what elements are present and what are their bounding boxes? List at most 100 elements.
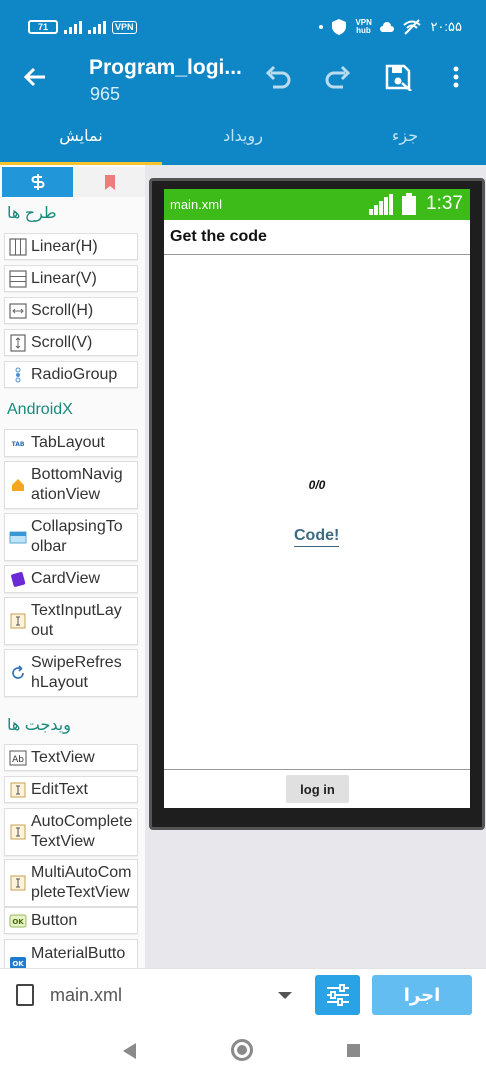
app-root: 71 VPN VPN hub ۲۰:۵۵ Program_logi... 965: [0, 0, 486, 1080]
more-options-button[interactable]: [439, 60, 473, 94]
palette-item-label: EditText: [31, 780, 88, 798]
more-vert-icon: [453, 66, 459, 88]
palette-item-label: MultiAutoCom pleteTextView: [31, 864, 132, 901]
linear-h-icon: [9, 237, 27, 256]
palette-item-label: MaterialButto: [31, 945, 126, 962]
vpn-badge: VPN: [112, 20, 137, 34]
palette-item-scroll-h[interactable]: Scroll(H): [4, 297, 138, 324]
text-input-icon: [9, 612, 27, 630]
save-icon: [385, 64, 412, 91]
undo-button[interactable]: [261, 60, 295, 94]
tab-component[interactable]: جزء: [324, 126, 486, 146]
palette-item-swiperefreshlayout[interactable]: SwipeRefres hLayout: [4, 649, 138, 697]
run-button[interactable]: اجرا: [372, 975, 472, 1015]
palette-item-label: Button: [31, 911, 78, 929]
system-status-bar: 71 VPN VPN hub ۲۰:۵۵: [0, 0, 486, 46]
collapsing-toolbar-icon: [9, 528, 27, 546]
textview-icon: Ab: [9, 749, 27, 767]
battery-icon: 71: [28, 20, 58, 34]
palette-item-edittext[interactable]: EditText: [4, 776, 138, 803]
cardview-icon: [9, 570, 27, 588]
autocomplete-icon: [9, 823, 27, 841]
chevron-down-icon[interactable]: [278, 992, 292, 999]
counter-text: 0/0: [308, 478, 326, 492]
project-title: Program_logi...: [89, 56, 242, 79]
title-divider: [164, 254, 470, 255]
status-right: VPN hub ۲۰:۵۵: [319, 19, 462, 35]
palette-item-label: BottomNavig ationView: [31, 466, 123, 503]
section-widgets: ویدجت ها: [7, 717, 71, 734]
dollar-icon: [31, 174, 44, 190]
screen-title: Get the code: [170, 228, 267, 245]
redo-button[interactable]: [321, 60, 355, 94]
design-canvas: main.xml 1:37 Get the code 0/0 Code! log…: [145, 165, 486, 968]
palette-item-label: TextView: [31, 748, 95, 766]
palette-tab-widgets[interactable]: [2, 167, 73, 197]
palette-item-label: Scroll(V): [31, 333, 93, 351]
redo-icon: [325, 65, 351, 89]
palette-tab-bookmarks[interactable]: [74, 167, 145, 197]
home-icon: [9, 476, 27, 494]
device-battery-icon: [402, 193, 416, 215]
notification-dot-icon: [319, 25, 324, 29]
device-screen: main.xml 1:37 Get the code 0/0 Code! log…: [164, 189, 470, 808]
palette-item-textview[interactable]: Ab TextView: [4, 744, 138, 771]
wifi-off-icon: [403, 19, 422, 35]
back-button[interactable]: [20, 62, 50, 92]
palette-item-linear-v[interactable]: Linear(V): [4, 265, 138, 292]
edittext-icon: [9, 781, 27, 799]
palette-item-materialbutton[interactable]: OK MaterialButto: [4, 939, 138, 968]
palette-item-label: CardView: [31, 570, 101, 587]
svg-text:TAB: TAB: [12, 441, 25, 448]
palette-item-tablayout[interactable]: TAB TabLayout: [4, 429, 138, 457]
device-clock: 1:37: [426, 193, 463, 214]
palette-item-label: RadioGroup: [31, 365, 118, 383]
palette-item-label: Linear(V): [31, 269, 97, 287]
svg-text:OK: OK: [12, 960, 24, 968]
palette-item-multiautocompletetextview[interactable]: MultiAutoCom pleteTextView: [4, 859, 138, 907]
vpn-hub-icon: VPN hub: [355, 18, 372, 35]
palette-item-textinputlayout[interactable]: TextInputLay out: [4, 597, 138, 645]
arrow-left-icon: [23, 67, 45, 87]
system-navigation-bar: [0, 1023, 486, 1080]
tab-layout-icon: TAB: [9, 434, 27, 452]
file-selector[interactable]: main.xml: [50, 985, 122, 1006]
undo-icon: [265, 65, 291, 89]
refresh-icon: [9, 664, 27, 682]
palette-item-scroll-v[interactable]: Scroll(V): [4, 329, 138, 356]
footer-divider: [164, 769, 470, 770]
palette-item-label: TabLayout: [31, 434, 105, 451]
file-icon: [16, 984, 34, 1006]
multi-autocomplete-icon: [9, 874, 27, 892]
properties-button[interactable]: [315, 975, 360, 1015]
scroll-h-icon: [9, 302, 27, 320]
bottom-bar: main.xml اجرا: [0, 968, 486, 1023]
palette-item-autocompletetextview[interactable]: AutoComplete TextView: [4, 808, 138, 856]
tab-view[interactable]: نمایش: [0, 126, 162, 146]
nav-home-icon[interactable]: [231, 1039, 253, 1061]
bookmark-icon: [104, 174, 115, 190]
device-file-name: main.xml: [170, 197, 223, 212]
palette-item-cardview[interactable]: CardView: [4, 565, 138, 593]
nav-recents-icon[interactable]: [347, 1044, 360, 1057]
login-button[interactable]: log in: [286, 775, 349, 803]
signal-icon-2: [88, 20, 106, 34]
nav-back-icon[interactable]: [123, 1043, 136, 1059]
device-status-bar: main.xml 1:37: [164, 189, 470, 220]
palette-item-label: Linear(H): [31, 237, 98, 255]
project-id: 965: [90, 84, 121, 104]
palette-item-linear-h[interactable]: Linear(H): [4, 233, 138, 260]
palette-item-bottomnavigationview[interactable]: BottomNavig ationView: [4, 461, 138, 509]
shield-icon: [332, 19, 347, 35]
svg-text:Ab: Ab: [12, 755, 24, 765]
tab-event[interactable]: رویداد: [162, 126, 324, 146]
cloud-icon: [380, 22, 395, 32]
section-androidx: AndroidX: [7, 401, 73, 418]
button-ok-icon: OK: [9, 912, 27, 930]
svg-text:OK: OK: [12, 918, 24, 926]
save-button[interactable]: [381, 60, 415, 94]
palette-item-radiogroup[interactable]: RadioGroup: [4, 361, 138, 388]
palette-item-collapsingtoolbar[interactable]: CollapsingTo olbar: [4, 513, 138, 561]
code-link[interactable]: Code!: [294, 527, 340, 547]
palette-item-button[interactable]: OK Button: [4, 907, 138, 934]
